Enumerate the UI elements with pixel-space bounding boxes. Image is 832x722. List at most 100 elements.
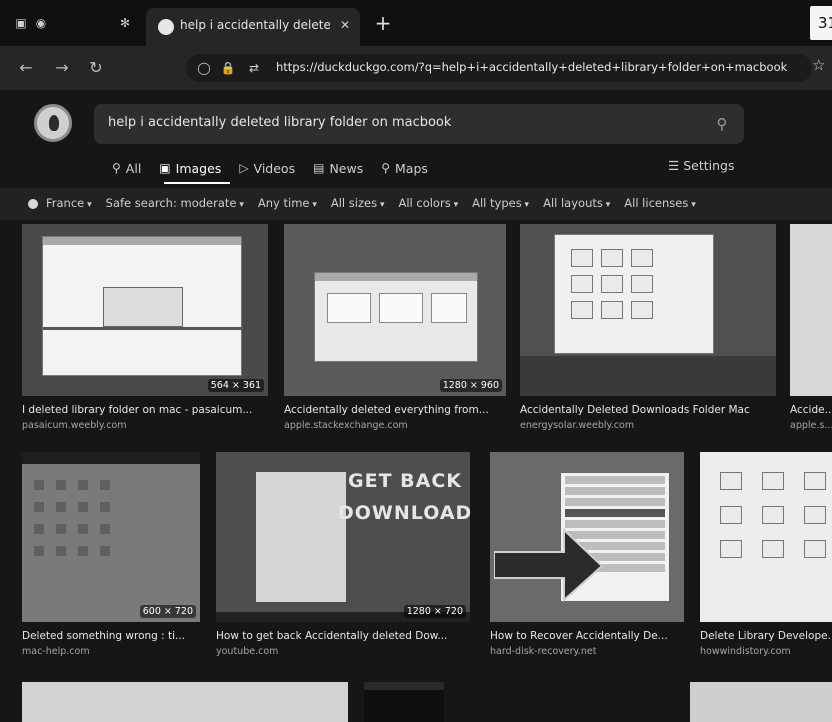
- folder-icon: [571, 249, 593, 267]
- result-thumbnail[interactable]: [364, 682, 444, 722]
- result-source[interactable]: howwindistory.com: [700, 646, 832, 657]
- window-menu-icon[interactable]: ▣: [14, 16, 28, 30]
- filter-type[interactable]: All types: [472, 196, 529, 210]
- result-thumbnail[interactable]: [790, 224, 832, 396]
- lock-icon[interactable]: 🔒: [220, 60, 236, 76]
- new-tab-plus-icon[interactable]: +: [372, 12, 394, 34]
- tab-title: help i accidentally deleted lib: [180, 18, 330, 32]
- folder-icon: [762, 506, 784, 524]
- image-result[interactable]: How to Recover Accidentally De... hard-d…: [490, 452, 684, 662]
- settings-button[interactable]: ☰ Settings: [668, 158, 734, 173]
- tab-label: Maps: [395, 160, 428, 176]
- result-thumbnail[interactable]: GET BACK DOWNLOAD 1280 × 720: [216, 452, 470, 622]
- bookmark-star-icon[interactable]: ☆: [812, 56, 825, 74]
- result-title[interactable]: How to Recover Accidentally De...: [490, 630, 684, 642]
- forward-arrow-icon[interactable]: →: [50, 56, 74, 80]
- filter-license[interactable]: All licenses: [624, 196, 695, 210]
- menubar: [22, 452, 200, 464]
- duckduckgo-logo[interactable]: [34, 104, 72, 142]
- image-result[interactable]: [22, 682, 348, 722]
- tab-close-icon[interactable]: ✕: [336, 16, 354, 34]
- result-source[interactable]: apple.s...: [790, 420, 832, 431]
- news-icon: ▤: [313, 161, 325, 175]
- desktop-icons: [34, 480, 110, 556]
- tab-strip: ▣ ◉ ✻ help i accidentally deleted lib ✕ …: [0, 0, 832, 46]
- tab-videos[interactable]: ▷ Videos: [239, 156, 295, 180]
- browser-toolbar: ← → ↻ ◯ 🔒 ⇄ https://duckduckgo.com/?q=he…: [0, 46, 832, 90]
- result-thumbnail[interactable]: [490, 452, 684, 622]
- url-text[interactable]: https://duckduckgo.com/?q=help+i+acciden…: [276, 60, 796, 74]
- filter-size[interactable]: All sizes: [331, 196, 385, 210]
- address-bar[interactable]: ◯ 🔒 ⇄ https://duckduckgo.com/?q=help+i+a…: [186, 54, 812, 82]
- result-thumbnail[interactable]: 564 × 361: [22, 224, 268, 396]
- workspaces-icon[interactable]: ◉: [34, 16, 48, 30]
- folder-icon: [631, 275, 653, 293]
- image-result[interactable]: [364, 682, 444, 722]
- back-arrow-icon[interactable]: ←: [14, 56, 38, 80]
- result-title[interactable]: Accidentally Deleted Downloads Folder Ma…: [520, 404, 776, 416]
- result-thumbnail[interactable]: 1280 × 960: [284, 224, 506, 396]
- result-source[interactable]: hard-disk-recovery.net: [490, 646, 684, 657]
- search-box[interactable]: help i accidentally deleted library fold…: [94, 104, 744, 144]
- get-back-text: GET BACK: [348, 470, 463, 492]
- tab-label: All: [125, 160, 142, 176]
- shield-icon[interactable]: ◯: [196, 60, 212, 76]
- search-icon: ⚲: [112, 161, 121, 175]
- filter-layout[interactable]: All layouts: [543, 196, 610, 210]
- tab-images[interactable]: ▣ Images: [159, 156, 221, 180]
- result-thumbnail[interactable]: [22, 682, 348, 722]
- download-text: DOWNLOAD: [338, 502, 470, 524]
- panel: [379, 293, 423, 323]
- result-source[interactable]: pasaicum.weebly.com: [22, 420, 268, 431]
- folder-icon: [720, 506, 742, 524]
- folder-icon: [804, 506, 826, 524]
- result-title[interactable]: Delete Library Develope...: [700, 630, 832, 642]
- extensions-icon[interactable]: ✻: [118, 16, 132, 30]
- result-title[interactable]: Accide...: [790, 404, 832, 416]
- site-settings-icon[interactable]: ⇄: [246, 60, 262, 76]
- result-thumbnail[interactable]: [690, 682, 832, 722]
- result-title[interactable]: I deleted library folder on mac - pasaic…: [22, 404, 268, 416]
- filter-color[interactable]: All colors: [398, 196, 458, 210]
- time-badge: 31: [810, 6, 832, 40]
- tab-news[interactable]: ▤ News: [313, 156, 363, 180]
- menu-line: [565, 476, 665, 484]
- folder-icon: [601, 249, 623, 267]
- image-result[interactable]: GET BACK DOWNLOAD 1280 × 720 How to get …: [216, 452, 470, 662]
- image-result[interactable]: Accide... apple.s...: [790, 224, 832, 434]
- image-result[interactable]: 600 × 720 Deleted something wrong : ti..…: [22, 452, 200, 662]
- tab-maps[interactable]: ⚲ Maps: [381, 156, 428, 180]
- image-result[interactable]: 1280 × 960 Accidentally deleted everythi…: [284, 224, 506, 434]
- folder-icon: [720, 540, 742, 558]
- reload-icon[interactable]: ↻: [84, 56, 108, 80]
- filter-bar: France Safe search: moderate Any time Al…: [0, 188, 832, 220]
- result-thumbnail[interactable]: [520, 224, 776, 396]
- filter-time[interactable]: Any time: [258, 196, 317, 210]
- image-result[interactable]: Accidentally Deleted Downloads Folder Ma…: [520, 224, 776, 434]
- folder-icon: [631, 301, 653, 319]
- search-icon[interactable]: ⚲: [712, 114, 732, 134]
- tab-label: News: [329, 160, 364, 176]
- image-result[interactable]: 564 × 361 I deleted library folder on ma…: [22, 224, 268, 434]
- filter-region[interactable]: France: [46, 196, 92, 210]
- browser-tab-active[interactable]: help i accidentally deleted lib ✕: [146, 8, 360, 46]
- result-title[interactable]: Accidentally deleted everything from...: [284, 404, 506, 416]
- folder-icon: [804, 472, 826, 490]
- result-thumbnail[interactable]: 600 × 720: [22, 452, 200, 622]
- result-title[interactable]: How to get back Accidentally deleted Dow…: [216, 630, 470, 642]
- result-title[interactable]: Deleted something wrong : ti...: [22, 630, 200, 642]
- pin-icon: ⚲: [381, 161, 391, 175]
- search-query-text[interactable]: help i accidentally deleted library fold…: [108, 115, 451, 130]
- filter-safe-search[interactable]: Safe search: moderate: [106, 196, 244, 210]
- search-type-tabs: ⚲ All ▣ Images ▷ Videos ▤ News ⚲ Maps: [112, 156, 428, 180]
- image-result[interactable]: Delete Library Develope... howwindistory…: [700, 452, 832, 662]
- result-source[interactable]: energysolar.weebly.com: [520, 420, 776, 431]
- result-source[interactable]: apple.stackexchange.com: [284, 420, 506, 431]
- image-result[interactable]: [690, 682, 832, 722]
- tab-label: Videos: [253, 160, 296, 176]
- tab-all[interactable]: ⚲ All: [112, 156, 141, 180]
- panel: [327, 293, 371, 323]
- result-source[interactable]: mac-help.com: [22, 646, 200, 657]
- result-thumbnail[interactable]: [700, 452, 832, 622]
- result-source[interactable]: youtube.com: [216, 646, 470, 657]
